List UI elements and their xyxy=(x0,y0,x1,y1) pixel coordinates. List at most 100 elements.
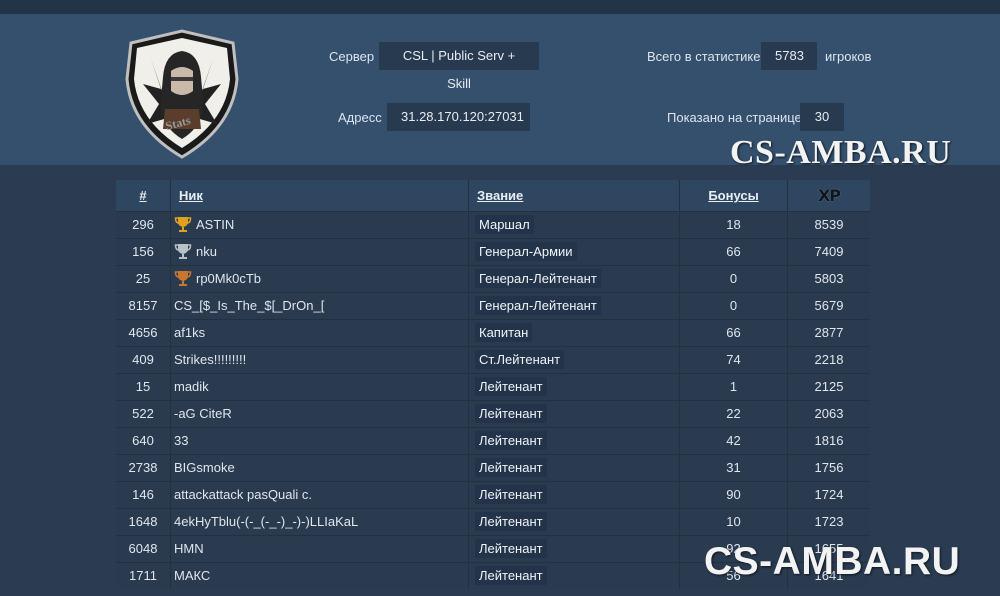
player-position: 25 xyxy=(135,271,151,286)
player-position: 6048 xyxy=(128,541,158,556)
player-nick[interactable]: rp0Mk0cTb xyxy=(196,271,261,286)
player-nick[interactable]: CS_[$_Is_The_$[_DrOn_[ xyxy=(174,298,324,313)
player-rank-cell: Генерал-Лейтенант xyxy=(468,293,679,319)
player-nick[interactable]: МАКС xyxy=(174,568,210,583)
player-stats-table: # Ник Звание Бонусы XP 296 ASTIN Маршал 18 8… xyxy=(116,180,870,589)
player-position: 8157 xyxy=(128,298,158,313)
player-nick-cell: nku xyxy=(170,239,468,265)
bronze-trophy-icon xyxy=(174,271,192,286)
address-label: Адресс xyxy=(338,110,382,125)
table-row: 146 attackattack pasQuali c. Лейтенант 90 17… xyxy=(116,481,870,508)
player-nick[interactable]: madik xyxy=(174,379,209,394)
per-page-box[interactable]: 30 xyxy=(800,103,844,131)
table-row: 25 rp0Mk0cTb Генерал-Лейтенант 0 5803 xyxy=(116,265,870,292)
player-rank-cell: Лейтенант xyxy=(468,509,679,535)
rank-badge: Лейтенант xyxy=(475,485,547,504)
player-bonus: 18 xyxy=(679,212,787,238)
player-bonus: 0 xyxy=(679,293,787,319)
player-nick-cell: CS_[$_Is_The_$[_DrOn_[ xyxy=(170,293,468,319)
rank-badge: Лейтенант xyxy=(475,431,547,450)
table-row: 409 Strikes!!!!!!!!! Ст.Лейтенант 74 2218 xyxy=(116,346,870,373)
column-nick[interactable]: Ник xyxy=(170,180,468,211)
player-position: 296 xyxy=(132,217,154,232)
player-xp: 2063 xyxy=(787,401,870,427)
top-bar xyxy=(0,0,1000,14)
gold-trophy-icon xyxy=(174,217,192,232)
rank-badge: Лейтенант xyxy=(475,566,547,585)
player-position: 2738 xyxy=(128,460,158,475)
rank-badge: Лейтенант xyxy=(475,539,547,558)
player-bonus: 74 xyxy=(679,347,787,373)
player-nick[interactable]: ASTIN xyxy=(196,217,234,232)
server-logo: Stats xyxy=(125,29,239,159)
player-nick-cell: 33 xyxy=(170,428,468,454)
table-row: 640 33 Лейтенант 42 1816 xyxy=(116,427,870,454)
player-nick[interactable]: HMN xyxy=(174,541,204,556)
column-rank[interactable]: Звание xyxy=(468,180,679,211)
player-rank-cell: Лейтенант xyxy=(468,482,679,508)
player-nick-cell: ASTIN xyxy=(170,212,468,238)
rank-badge: Генерал-Лейтенант xyxy=(475,296,601,315)
player-nick[interactable]: af1ks xyxy=(174,325,205,340)
server-address-box[interactable]: 31.28.170.120:27031 xyxy=(387,103,530,131)
column-bonus[interactable]: Бонусы xyxy=(679,180,787,211)
table-row: 156 nku Генерал-Армии 66 7409 xyxy=(116,238,870,265)
player-rank-cell: Лейтенант xyxy=(468,428,679,454)
rank-badge: Капитан xyxy=(475,323,533,342)
rank-badge: Маршал xyxy=(475,215,534,234)
players-suffix: игроков xyxy=(825,49,872,64)
rank-badge: Лейтенант xyxy=(475,512,547,531)
player-nick[interactable]: Strikes!!!!!!!!! xyxy=(174,352,246,367)
player-nick[interactable]: nku xyxy=(196,244,217,259)
rank-badge: Лейтенант xyxy=(475,377,547,396)
player-rank-cell: Генерал-Лейтенант xyxy=(468,266,679,292)
player-nick-cell: madik xyxy=(170,374,468,400)
player-bonus: 10 xyxy=(679,509,787,535)
player-xp: 2125 xyxy=(787,374,870,400)
player-xp: 1816 xyxy=(787,428,870,454)
total-players-box: 5783 xyxy=(761,42,817,70)
table-row: 522 -aG CiteR Лейтенант 22 2063 xyxy=(116,400,870,427)
table-row: 296 ASTIN Маршал 18 8539 xyxy=(116,211,870,238)
player-bonus: 1 xyxy=(679,374,787,400)
column-xp[interactable]: XP xyxy=(787,180,870,211)
table-header: # Ник Звание Бонусы XP xyxy=(116,180,870,211)
player-xp: 1724 xyxy=(787,482,870,508)
rank-badge: Ст.Лейтенант xyxy=(475,350,565,369)
rank-badge: Лейтенант xyxy=(475,404,547,423)
player-nick-cell: Strikes!!!!!!!!! xyxy=(170,347,468,373)
player-position: 522 xyxy=(132,406,154,421)
player-nick-cell: af1ks xyxy=(170,320,468,346)
rank-badge: Генерал-Армии xyxy=(475,242,577,261)
player-nick-cell: 4ekHyTblu(-(-_(-_-)_-)-)LLIaKaL xyxy=(170,509,468,535)
player-bonus: 22 xyxy=(679,401,787,427)
total-stats-label: Всего в статистике xyxy=(647,49,761,64)
player-nick[interactable]: 33 xyxy=(174,433,188,448)
player-xp: 2877 xyxy=(787,320,870,346)
player-rank-cell: Лейтенант xyxy=(468,563,679,589)
player-bonus: 66 xyxy=(679,320,787,346)
player-rank-cell: Маршал xyxy=(468,212,679,238)
player-rank-cell: Капитан xyxy=(468,320,679,346)
player-nick[interactable]: -aG CiteR xyxy=(174,406,232,421)
player-position: 1711 xyxy=(129,568,157,583)
column-rank-position[interactable]: # xyxy=(116,180,170,211)
rank-badge: Лейтенант xyxy=(475,458,547,477)
player-nick[interactable]: attackattack pasQuali c. xyxy=(174,487,312,502)
player-nick-cell: attackattack pasQuali c. xyxy=(170,482,468,508)
player-rank-cell: Лейтенант xyxy=(468,536,679,562)
player-nick[interactable]: BIGsmoke xyxy=(174,460,235,475)
player-rank-cell: Ст.Лейтенант xyxy=(468,347,679,373)
player-bonus: 0 xyxy=(679,266,787,292)
player-bonus: 90 xyxy=(679,482,787,508)
player-xp: 1756 xyxy=(787,455,870,481)
table-row: 15 madik Лейтенант 1 2125 xyxy=(116,373,870,400)
player-rank-cell: Генерал-Армии xyxy=(468,239,679,265)
watermark-bottom: CS-AMBA.RU xyxy=(704,540,961,583)
player-nick[interactable]: 4ekHyTblu(-(-_(-_-)_-)-)LLIaKaL xyxy=(174,514,358,529)
player-nick-cell: BIGsmoke xyxy=(170,455,468,481)
table-row: 1648 4ekHyTblu(-(-_(-_-)_-)-)LLIaKaL Лейте… xyxy=(116,508,870,535)
table-row: 4656 af1ks Капитан 66 2877 xyxy=(116,319,870,346)
player-nick-cell: -aG CiteR xyxy=(170,401,468,427)
per-page-label: Показано на странице xyxy=(667,110,802,125)
